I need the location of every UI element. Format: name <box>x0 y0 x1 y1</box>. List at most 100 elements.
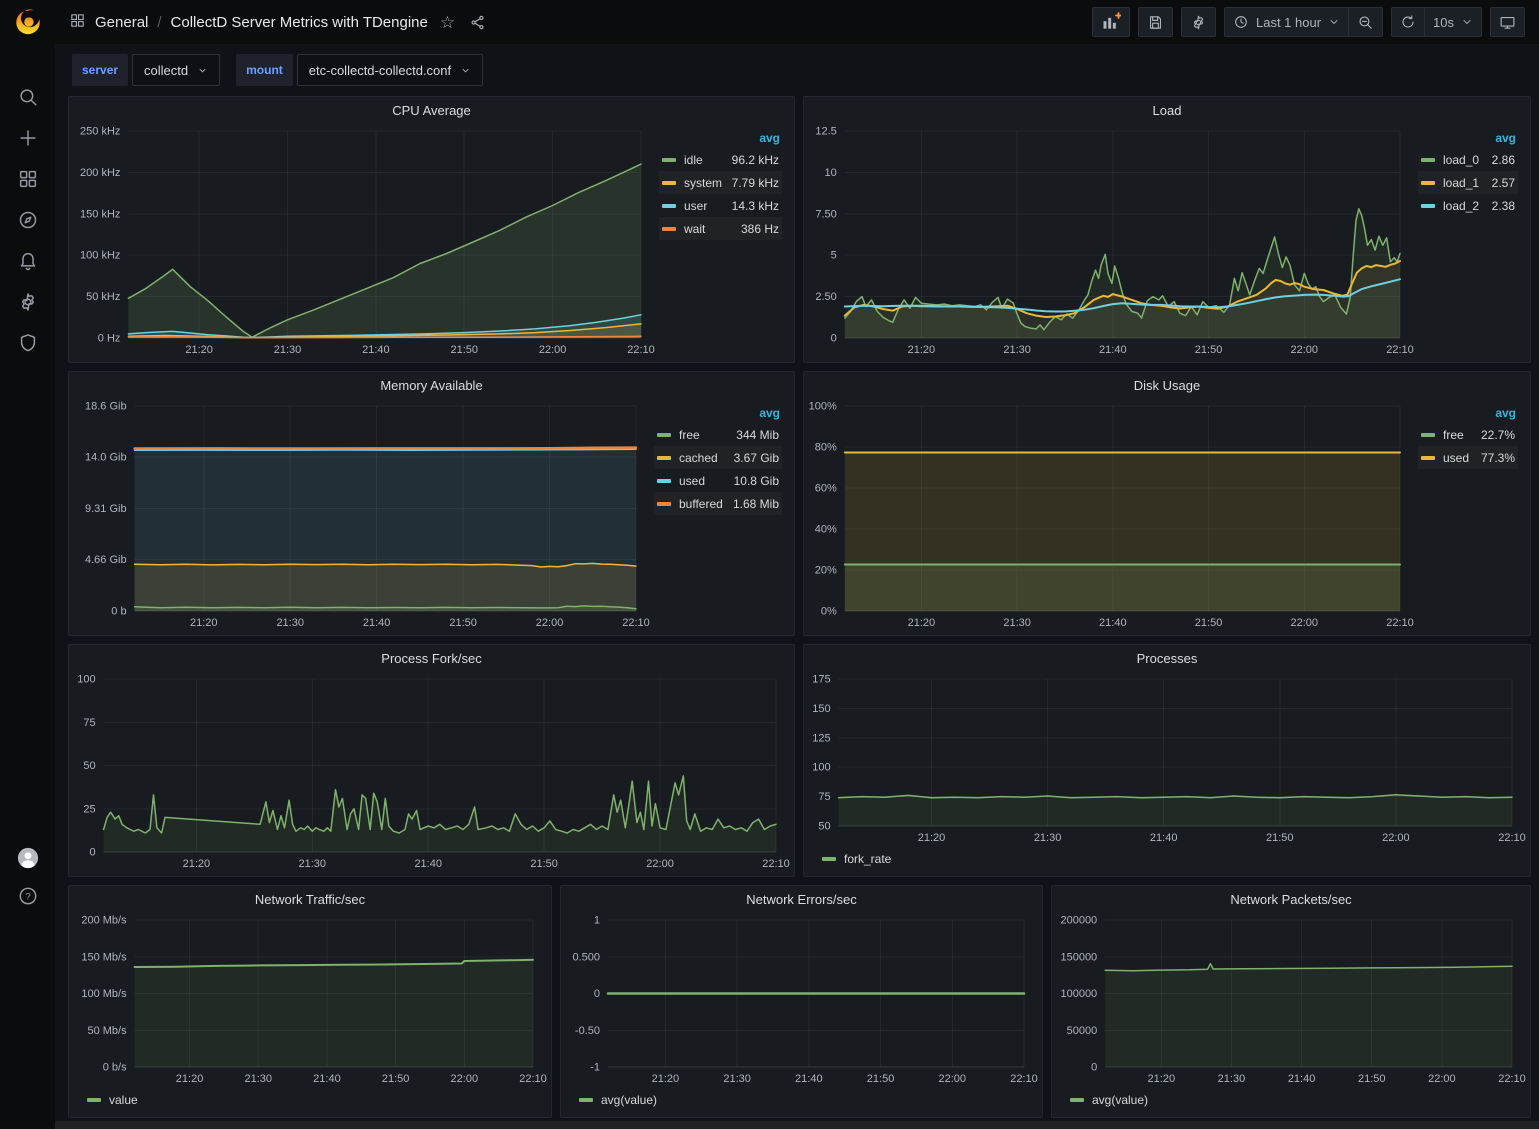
variables-bar: server collectd mount etc-collectd-colle… <box>55 44 1539 96</box>
series-color-dash <box>657 456 671 460</box>
chevron-down-icon <box>1328 16 1340 28</box>
create-plus-icon[interactable] <box>17 127 39 149</box>
x-tick-label: 21:20 <box>190 617 218 629</box>
x-tick-label: 22:10 <box>762 858 790 870</box>
series-fill-cached <box>135 563 636 611</box>
refresh-interval-button[interactable]: 10s <box>1425 7 1482 37</box>
panel-header: CPU Average <box>69 97 794 123</box>
panel-title[interactable]: Processes <box>1137 651 1198 666</box>
series-fill-fork_rate <box>839 795 1512 826</box>
legend: value <box>73 1087 547 1113</box>
panel-header: Network Errors/sec <box>561 886 1042 912</box>
legend-series-name: load_1 <box>1443 176 1492 190</box>
plot-area-network-errors: 10.5000-0.50-121:2021:3021:4021:5022:002… <box>565 912 1038 1087</box>
x-tick-label: 21:40 <box>313 1073 341 1085</box>
legend-series-name: user <box>684 199 732 213</box>
legend-item[interactable]: load_12.57 <box>1418 171 1518 194</box>
x-tick-label: 21:40 <box>1288 1073 1316 1085</box>
chart-svg-process-fork: 100755025021:2021:3021:4021:5022:0022:10 <box>73 671 790 872</box>
title-actions: ☆ <box>440 14 486 31</box>
y-tick-label: 75 <box>83 717 95 729</box>
legend-item[interactable]: user14.3 kHz <box>659 194 782 217</box>
panel-title[interactable]: Network Packets/sec <box>1230 892 1351 907</box>
y-tick-label: 175 <box>812 674 830 686</box>
series-color-dash <box>657 502 671 506</box>
legend-item[interactable]: idle96.2 kHz <box>659 148 782 171</box>
panel-title[interactable]: Load <box>1153 103 1182 118</box>
variable-server-select[interactable]: collectd <box>132 54 220 86</box>
legend-item[interactable]: free344 Mib <box>654 423 782 446</box>
panel-cpu-average: CPU Average250 kHz200 kHz150 kHz100 kHz5… <box>68 96 795 363</box>
x-tick-label: 21:50 <box>867 1073 895 1085</box>
user-avatar[interactable] <box>17 847 39 869</box>
legend-item[interactable]: wait386 Hz <box>659 217 782 240</box>
breadcrumb-separator: / <box>157 14 161 31</box>
legend-item[interactable]: avg(value) <box>579 1093 657 1107</box>
panel-title[interactable]: Network Traffic/sec <box>255 892 365 907</box>
panel-title[interactable]: Disk Usage <box>1134 378 1200 393</box>
legend-series-name: load_0 <box>1443 153 1492 167</box>
clock-icon <box>1233 14 1249 30</box>
plot-column: 100%80%60%40%20%0%21:2021:3021:4021:5022… <box>808 398 1414 631</box>
add-panel-button[interactable] <box>1092 7 1130 37</box>
legend-series-value: 386 Hz <box>741 222 779 236</box>
chart-svg-disk-usage: 100%80%60%40%20%0%21:2021:3021:4021:5022… <box>808 398 1414 631</box>
y-tick-label: 0 <box>831 333 837 345</box>
series-color-dash <box>1421 181 1435 185</box>
variable-mount-select[interactable]: etc-collectd-collectd.conf <box>297 54 483 86</box>
y-tick-label: 250 kHz <box>80 126 120 138</box>
dashboard-title[interactable]: CollectD Server Metrics with TDengine <box>171 14 428 31</box>
legend-item[interactable]: system7.79 kHz <box>659 171 782 194</box>
server-admin-shield-icon[interactable] <box>17 332 39 354</box>
panel-title[interactable]: CPU Average <box>392 103 471 118</box>
alerting-bell-icon[interactable] <box>17 250 39 272</box>
search-icon[interactable] <box>17 86 39 108</box>
time-range-button[interactable]: Last 1 hour <box>1224 7 1349 37</box>
save-dashboard-button[interactable] <box>1138 7 1173 37</box>
legend-item[interactable]: cached3.67 Gib <box>654 446 782 469</box>
x-tick-label: 21:40 <box>795 1073 823 1085</box>
legend-item[interactable]: load_02.86 <box>1418 148 1518 171</box>
panel-title[interactable]: Network Errors/sec <box>746 892 857 907</box>
y-tick-label: 50 <box>818 821 830 833</box>
breadcrumb-folder[interactable]: General <box>95 14 148 31</box>
x-tick-label: 21:30 <box>1003 344 1031 356</box>
x-tick-label: 21:30 <box>1218 1073 1246 1085</box>
legend-item[interactable]: value <box>87 1093 138 1107</box>
dashboard-settings-button[interactable] <box>1181 7 1216 37</box>
legend-item[interactable]: used77.3% <box>1418 446 1518 469</box>
y-tick-label: 20% <box>815 565 837 577</box>
dashboards-grid-icon[interactable] <box>17 168 39 190</box>
explore-compass-icon[interactable] <box>17 209 39 231</box>
toolbar: Last 1 hour 10s <box>1092 7 1525 37</box>
y-tick-label: 60% <box>815 483 837 495</box>
help-icon[interactable]: ? <box>17 885 39 907</box>
legend-item[interactable]: avg(value) <box>1070 1093 1148 1107</box>
zoom-out-button[interactable] <box>1349 7 1383 37</box>
y-tick-label: 50 Mb/s <box>87 1025 127 1037</box>
y-tick-label: 0 Hz <box>98 333 121 345</box>
panel-title[interactable]: Memory Available <box>380 378 482 393</box>
legend-item[interactable]: load_22.38 <box>1418 194 1518 217</box>
series-color-dash <box>657 433 671 437</box>
scrollbar-track[interactable] <box>55 1121 1539 1129</box>
legend-item[interactable]: free22.7% <box>1418 423 1518 446</box>
panel-body: 18.6 Gib14.0 Gib9.31 Gib4.66 Gib0 b21:20… <box>69 398 794 635</box>
tv-mode-button[interactable] <box>1490 7 1525 37</box>
panel-title[interactable]: Process Fork/sec <box>381 651 481 666</box>
dashboard-row: Process Fork/sec 100755025021:2021:3021:4… <box>68 644 1531 877</box>
configuration-gear-icon[interactable] <box>17 291 39 313</box>
legend-item[interactable]: fork_rate <box>822 852 891 866</box>
legend-item[interactable]: buffered1.68 Mib <box>654 492 782 515</box>
y-tick-label: 150000 <box>1060 951 1097 963</box>
share-icon[interactable] <box>469 14 486 31</box>
refresh-button[interactable] <box>1391 7 1425 37</box>
dashboard-row: Network Traffic/sec200 Mb/s150 Mb/s100 M… <box>68 885 1531 1118</box>
star-icon[interactable]: ☆ <box>440 14 455 31</box>
x-tick-label: 22:10 <box>1498 1073 1526 1085</box>
y-tick-label: 0 <box>594 988 600 1000</box>
y-tick-label: 18.6 Gib <box>85 401 127 413</box>
y-tick-label: 50000 <box>1067 1025 1098 1037</box>
legend-item[interactable]: used10.8 Gib <box>654 469 782 492</box>
grafana-logo-icon[interactable] <box>13 7 43 42</box>
